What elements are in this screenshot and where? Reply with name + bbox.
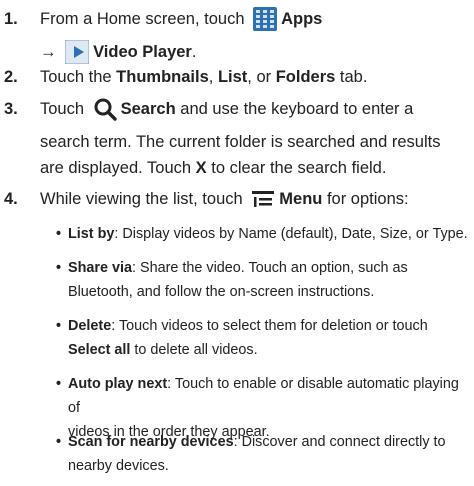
list-tab-label: List: [217, 68, 248, 86]
step-3-text: Touch Search and use the keyboard to ent…: [40, 96, 472, 181]
bullet: •: [56, 318, 62, 334]
clear-x-label: X: [195, 159, 207, 177]
menu-label: Menu: [279, 190, 323, 208]
option-desc: : Display videos by Name (default), Date…: [114, 226, 468, 242]
option-desc-cont: Bluetooth, and follow the on-screen inst…: [68, 284, 375, 300]
arrow: →: [40, 43, 57, 61]
thumbnails-tab-label: Thumbnails: [116, 68, 209, 86]
option-desc-cont: to delete all videos.: [130, 342, 258, 358]
step-number: 3.: [4, 100, 18, 118]
option-term: Scan for nearby devices: [68, 434, 234, 450]
search-label: Search: [120, 100, 176, 118]
bullet: •: [56, 434, 62, 450]
apps-label: Apps: [281, 10, 323, 28]
option-desc-cont: nearby devices.: [68, 458, 169, 474]
step-4-text: While viewing the list, touch Menu for o…: [40, 186, 472, 219]
option-term: Auto play next: [68, 376, 168, 392]
folders-tab-label: Folders: [275, 68, 336, 86]
select-all-label: Select all: [68, 342, 131, 358]
option-desc: : Discover and connect directly to: [233, 434, 446, 450]
search-icon: [93, 97, 117, 129]
bullet: •: [56, 376, 62, 392]
menu-icon: [251, 187, 275, 219]
option-term: Share via: [68, 260, 132, 276]
video-player-label: Video Player: [93, 43, 192, 61]
option-desc: : Touch videos to select them for deleti…: [111, 318, 428, 334]
option-term: List by: [68, 226, 115, 242]
bullet: •: [56, 226, 62, 242]
bullet: •: [56, 260, 62, 276]
step-3: 3. Touch Search and use the keyboard to …: [0, 96, 474, 180]
step-number: 1.: [4, 10, 18, 28]
option-desc: : Share the video. Touch an option, such…: [132, 260, 408, 276]
step-number: 2.: [4, 68, 18, 86]
step-2-text: Touch the Thumbnails, List, or Folders t…: [40, 68, 368, 86]
option-term: Delete: [68, 318, 112, 334]
apps-grid-icon: [253, 7, 278, 39]
instructions-document: 1. From a Home screen, touch Apps → Vide…: [0, 0, 474, 486]
step-1: 1. From a Home screen, touch Apps → Vide…: [0, 6, 474, 65]
step-1-text: From a Home screen, touch Apps → Video P…: [40, 6, 472, 72]
step-number: 4.: [4, 190, 18, 208]
